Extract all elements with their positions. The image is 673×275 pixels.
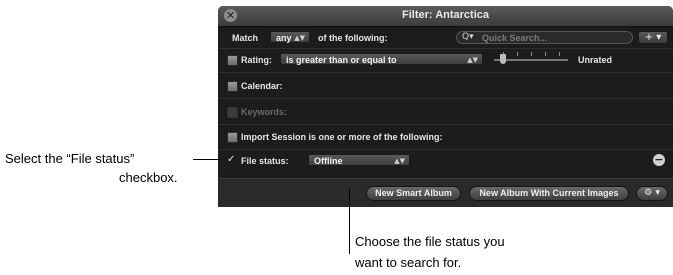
popup-arrows-icon: ▲▼ <box>294 34 305 42</box>
import-session-label: Import Session is one or more of the fol… <box>241 132 443 142</box>
file-status-row: ✓ File status: Offline ▲▼ <box>218 152 673 172</box>
import-session-row: Import Session is one or more of the fol… <box>218 128 673 146</box>
slider-tick <box>559 52 560 56</box>
callout-left-leader <box>193 159 221 160</box>
rating-value-label: Unrated <box>578 55 613 65</box>
window-title: Filter: Antarctica <box>401 9 489 21</box>
calendar-label: Calendar: <box>241 81 283 91</box>
callout-bottom-leader <box>349 188 350 254</box>
import-session-checkbox[interactable] <box>227 132 238 143</box>
rating-label: Rating: <box>241 55 272 65</box>
keywords-checkbox[interactable] <box>227 107 238 118</box>
callout-bottom-line1: Choose the file status you <box>355 234 505 249</box>
rating-row: Rating: is greater than or equal to ▲▼ U… <box>218 51 673 71</box>
divider <box>218 124 673 125</box>
new-smart-album-button[interactable]: New Smart Album <box>366 186 461 201</box>
quick-search-field[interactable]: Q▾ Quick Search... <box>456 31 633 44</box>
search-icon: Q▾ <box>462 32 474 42</box>
calendar-checkbox[interactable] <box>227 81 238 92</box>
remove-rule-icon[interactable]: − <box>653 154 665 166</box>
callout-bottom-line2: want to search for. <box>355 255 462 270</box>
file-status-popup[interactable]: Offline ▲▼ <box>308 154 410 166</box>
divider <box>218 48 673 49</box>
add-rule-button[interactable]: + ▾ <box>638 31 668 44</box>
match-mode-popup[interactable]: any ▲▼ <box>270 31 310 43</box>
keywords-label: Keywords: <box>241 107 288 117</box>
divider <box>218 72 673 73</box>
divider <box>218 149 673 150</box>
new-album-current-images-button[interactable]: New Album With Current Images <box>469 186 629 201</box>
popup-arrows-icon: ▲▼ <box>394 157 405 165</box>
filter-panel: ✕ Filter: Antarctica Match any ▲▼ of the… <box>218 6 673 207</box>
popup-arrows-icon: ▲▼ <box>467 56 478 64</box>
calendar-row: Calendar: <box>218 77 673 95</box>
file-status-checkbox[interactable]: ✓ <box>227 155 236 165</box>
rating-checkbox[interactable] <box>227 55 238 66</box>
rating-slider-thumb[interactable] <box>500 54 506 64</box>
callout-left-line1: Select the “File status” <box>5 151 135 166</box>
file-status-label: File status: <box>241 156 289 166</box>
keywords-row: Keywords: <box>218 103 673 121</box>
bottom-bar: New Smart Album New Album With Current I… <box>218 178 673 207</box>
match-mode-value: any <box>276 33 292 43</box>
rating-operator-popup[interactable]: is greater than or equal to ▲▼ <box>280 53 483 65</box>
divider <box>218 98 673 99</box>
callout-left-line2: checkbox. <box>119 170 178 185</box>
action-menu-button[interactable]: ⚙ ▾ <box>636 186 668 201</box>
search-placeholder: Quick Search... <box>482 33 548 43</box>
match-suffix: of the following: <box>318 33 388 43</box>
slider-tick <box>545 52 546 56</box>
file-status-value: Offline <box>314 156 343 166</box>
match-label: Match <box>232 33 259 43</box>
slider-tick <box>531 52 532 56</box>
slider-tick <box>517 52 518 56</box>
title-bar: ✕ Filter: Antarctica <box>218 6 673 27</box>
rating-operator-value: is greater than or equal to <box>286 55 397 65</box>
